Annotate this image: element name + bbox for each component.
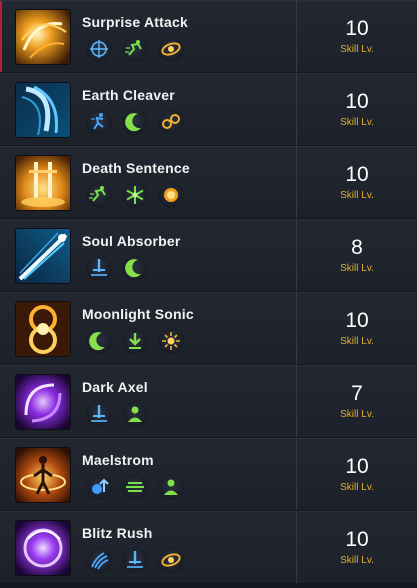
skill-name: Maelstrom [82, 452, 154, 468]
skill-name: Surprise Attack [82, 14, 188, 30]
death-sentence-icon [16, 156, 70, 210]
dash-icon [86, 182, 112, 208]
skill-level-label: Skill Lv. [340, 482, 374, 493]
skill-level-label: Skill Lv. [340, 336, 374, 347]
snowflake-icon [122, 182, 148, 208]
skill-level-label: Skill Lv. [340, 44, 374, 55]
skill-level-label: Skill Lv. [340, 117, 374, 128]
target-icon [86, 36, 112, 62]
skill-level-value: 7 [351, 382, 363, 405]
skill-level-value: 10 [345, 90, 369, 113]
up-arrow-icon [86, 474, 112, 500]
claw-icon [86, 547, 112, 573]
crescent-icon [122, 255, 148, 281]
orbit-icon [158, 547, 184, 573]
skill-level-value: 8 [351, 236, 363, 259]
sword-icon [86, 255, 112, 281]
skill-level-value: 10 [345, 163, 369, 186]
skill-level-value: 10 [345, 309, 369, 332]
fist-icon [158, 182, 184, 208]
down-arrow-icon [122, 328, 148, 354]
skill-name: Dark Axel [82, 379, 148, 395]
skill-row[interactable]: Soul Absorber 8 Skill Lv. [0, 219, 417, 291]
skill-row[interactable]: Surprise Attack 10 Skill Lv. [0, 0, 417, 72]
surprise-attack-icon [16, 10, 70, 64]
earth-cleaver-icon [16, 83, 70, 137]
blitz-rush-icon [16, 521, 70, 575]
skill-name: Soul Absorber [82, 233, 181, 249]
sword-icon [86, 401, 112, 427]
skill-list: Surprise Attack 10 Skill Lv. Earth Cleaver… [0, 0, 417, 588]
skill-name: Blitz Rush [82, 525, 153, 541]
person-icon [158, 474, 184, 500]
burst-icon [158, 328, 184, 354]
crescent-icon [86, 328, 112, 354]
dark-axel-icon [16, 375, 70, 429]
person-icon [122, 401, 148, 427]
skill-row[interactable]: Dark Axel 7 Skill Lv. [0, 365, 417, 437]
sprint-icon [86, 109, 112, 135]
skill-level-label: Skill Lv. [340, 555, 374, 566]
speed-icon [122, 474, 148, 500]
skill-row[interactable]: Blitz Rush 10 Skill Lv. [0, 511, 417, 583]
chain-icon [158, 109, 184, 135]
dash-icon [122, 36, 148, 62]
skill-level-value: 10 [345, 528, 369, 551]
soul-absorber-icon [16, 229, 70, 283]
skill-level-value: 10 [345, 17, 369, 40]
skill-name: Earth Cleaver [82, 87, 175, 103]
maelstrom-icon [16, 448, 70, 502]
skill-level-label: Skill Lv. [340, 190, 374, 201]
skill-name: Death Sentence [82, 160, 190, 176]
skill-level-value: 10 [345, 455, 369, 478]
skill-row[interactable]: Moonlight Sonic 10 Skill Lv. [0, 292, 417, 364]
skill-name: Moonlight Sonic [82, 306, 194, 322]
sword-icon [122, 547, 148, 573]
crescent-icon [122, 109, 148, 135]
skill-row[interactable]: Earth Cleaver 10 Skill Lv. [0, 73, 417, 145]
skill-row[interactable]: Death Sentence 10 Skill Lv. [0, 146, 417, 218]
skill-level-label: Skill Lv. [340, 409, 374, 420]
orbit-icon [158, 36, 184, 62]
skill-row[interactable]: Maelstrom 10 Skill Lv. [0, 438, 417, 510]
skill-level-label: Skill Lv. [340, 263, 374, 274]
moonlight-sonic-icon [16, 302, 70, 356]
